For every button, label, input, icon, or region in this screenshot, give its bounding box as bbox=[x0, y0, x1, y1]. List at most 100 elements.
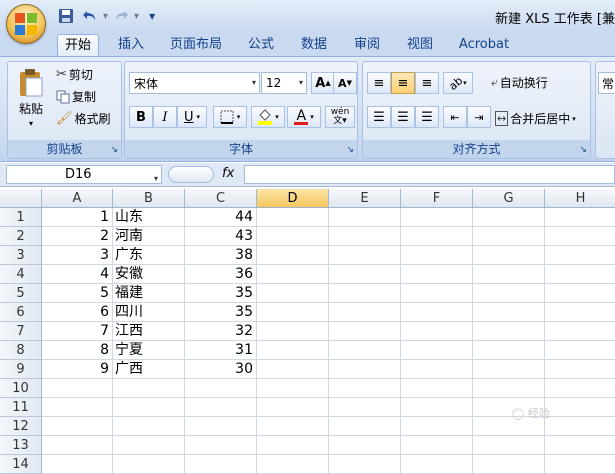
cell-a9[interactable]: 9 bbox=[42, 360, 113, 379]
cell-a2[interactable]: 2 bbox=[42, 227, 113, 246]
align-middle-button[interactable]: ≡ bbox=[391, 72, 415, 94]
font-color-button[interactable]: A ▾ bbox=[287, 106, 321, 128]
cell-g10[interactable] bbox=[473, 379, 545, 398]
column-header-a[interactable]: A bbox=[42, 189, 113, 208]
row-header[interactable]: 7 bbox=[0, 322, 42, 341]
cell-d8[interactable] bbox=[257, 341, 329, 360]
borders-button[interactable]: ▾ bbox=[213, 106, 247, 128]
cell-f7[interactable] bbox=[401, 322, 473, 341]
row-header[interactable]: 8 bbox=[0, 341, 42, 360]
copy-button[interactable]: 复制 bbox=[56, 88, 96, 105]
cell-h4[interactable] bbox=[545, 265, 615, 284]
cell-a1[interactable]: 1 bbox=[42, 208, 113, 227]
cell-a11[interactable] bbox=[42, 398, 113, 417]
cell-a13[interactable] bbox=[42, 436, 113, 455]
decrease-indent-button[interactable]: ⇤ bbox=[443, 106, 467, 128]
cell-h8[interactable] bbox=[545, 341, 615, 360]
tab-review[interactable]: 审阅 bbox=[346, 34, 388, 56]
cell-b5[interactable]: 福建 bbox=[113, 284, 185, 303]
clipboard-dialog-launcher-icon[interactable]: ↘ bbox=[110, 145, 118, 155]
cell-f5[interactable] bbox=[401, 284, 473, 303]
cell-a8[interactable]: 8 bbox=[42, 341, 113, 360]
cell-e5[interactable] bbox=[329, 284, 401, 303]
bold-button[interactable]: B bbox=[129, 106, 153, 128]
cell-e7[interactable] bbox=[329, 322, 401, 341]
tab-formulas[interactable]: 公式 bbox=[240, 34, 282, 56]
row-header[interactable]: 14 bbox=[0, 455, 42, 474]
cell-c3[interactable]: 38 bbox=[185, 246, 257, 265]
cell-d10[interactable] bbox=[257, 379, 329, 398]
row-header[interactable]: 11 bbox=[0, 398, 42, 417]
phonetic-button[interactable]: wén 文▾ bbox=[325, 106, 355, 128]
paste-button[interactable]: 粘贴 ▾ bbox=[14, 68, 48, 128]
cell-f4[interactable] bbox=[401, 265, 473, 284]
cell-d11[interactable] bbox=[257, 398, 329, 417]
cell-e1[interactable] bbox=[329, 208, 401, 227]
cell-g7[interactable] bbox=[473, 322, 545, 341]
font-name-select[interactable]: 宋体 ▾ bbox=[129, 72, 260, 94]
cell-a12[interactable] bbox=[42, 417, 113, 436]
wrap-text-button[interactable]: ⤶ 自动换行 bbox=[491, 74, 548, 91]
cell-f10[interactable] bbox=[401, 379, 473, 398]
cell-d12[interactable] bbox=[257, 417, 329, 436]
cell-d9[interactable] bbox=[257, 360, 329, 379]
row-header[interactable]: 2 bbox=[0, 227, 42, 246]
select-all-corner[interactable] bbox=[0, 189, 42, 208]
cell-d7[interactable] bbox=[257, 322, 329, 341]
cell-g5[interactable] bbox=[473, 284, 545, 303]
cell-b12[interactable] bbox=[113, 417, 185, 436]
column-header-b[interactable]: B bbox=[113, 189, 185, 208]
column-header-c[interactable]: C bbox=[185, 189, 257, 208]
cell-b3[interactable]: 广东 bbox=[113, 246, 185, 265]
cell-h12[interactable] bbox=[545, 417, 615, 436]
cut-button[interactable]: ✂ 剪切 bbox=[56, 66, 93, 83]
column-header-g[interactable]: G bbox=[473, 189, 545, 208]
column-header-d[interactable]: D bbox=[257, 189, 329, 208]
cell-b8[interactable]: 宁夏 bbox=[113, 341, 185, 360]
cell-f1[interactable] bbox=[401, 208, 473, 227]
cell-h6[interactable] bbox=[545, 303, 615, 322]
row-header[interactable]: 10 bbox=[0, 379, 42, 398]
save-icon[interactable] bbox=[55, 6, 77, 26]
formula-bar-splitter[interactable] bbox=[168, 166, 214, 183]
cell-d5[interactable] bbox=[257, 284, 329, 303]
tab-data[interactable]: 数据 bbox=[293, 34, 335, 56]
cell-f13[interactable] bbox=[401, 436, 473, 455]
tab-page-layout[interactable]: 页面布局 bbox=[166, 34, 226, 56]
office-button[interactable] bbox=[6, 4, 46, 44]
cell-c13[interactable] bbox=[185, 436, 257, 455]
cell-h3[interactable] bbox=[545, 246, 615, 265]
tab-home[interactable]: 开始 bbox=[57, 34, 99, 56]
cell-b2[interactable]: 河南 bbox=[113, 227, 185, 246]
cell-b7[interactable]: 江西 bbox=[113, 322, 185, 341]
cell-b9[interactable]: 广西 bbox=[113, 360, 185, 379]
cell-b4[interactable]: 安徽 bbox=[113, 265, 185, 284]
underline-button[interactable]: U ▾ bbox=[177, 106, 207, 128]
cell-c1[interactable]: 44 bbox=[185, 208, 257, 227]
insert-function-button[interactable]: fx bbox=[222, 166, 234, 181]
row-header[interactable]: 6 bbox=[0, 303, 42, 322]
cell-c4[interactable]: 36 bbox=[185, 265, 257, 284]
font-size-select[interactable]: 12 ▾ bbox=[261, 72, 307, 94]
number-format-select[interactable]: 常 bbox=[598, 72, 615, 94]
orientation-button[interactable]: ab ▾ bbox=[443, 72, 473, 94]
cell-h9[interactable] bbox=[545, 360, 615, 379]
cell-a14[interactable] bbox=[42, 455, 113, 474]
cell-d14[interactable] bbox=[257, 455, 329, 474]
column-header-e[interactable]: E bbox=[329, 189, 401, 208]
cell-f12[interactable] bbox=[401, 417, 473, 436]
cell-g4[interactable] bbox=[473, 265, 545, 284]
cell-h5[interactable] bbox=[545, 284, 615, 303]
alignment-dialog-launcher-icon[interactable]: ↘ bbox=[579, 145, 587, 155]
cell-b11[interactable] bbox=[113, 398, 185, 417]
font-dialog-launcher-icon[interactable]: ↘ bbox=[346, 145, 354, 155]
cell-e11[interactable] bbox=[329, 398, 401, 417]
cell-b10[interactable] bbox=[113, 379, 185, 398]
cell-g8[interactable] bbox=[473, 341, 545, 360]
cell-e2[interactable] bbox=[329, 227, 401, 246]
align-right-button[interactable]: ☰ bbox=[415, 106, 439, 128]
cell-c9[interactable]: 30 bbox=[185, 360, 257, 379]
cell-e3[interactable] bbox=[329, 246, 401, 265]
cell-f2[interactable] bbox=[401, 227, 473, 246]
align-center-button[interactable]: ☰ bbox=[391, 106, 415, 128]
